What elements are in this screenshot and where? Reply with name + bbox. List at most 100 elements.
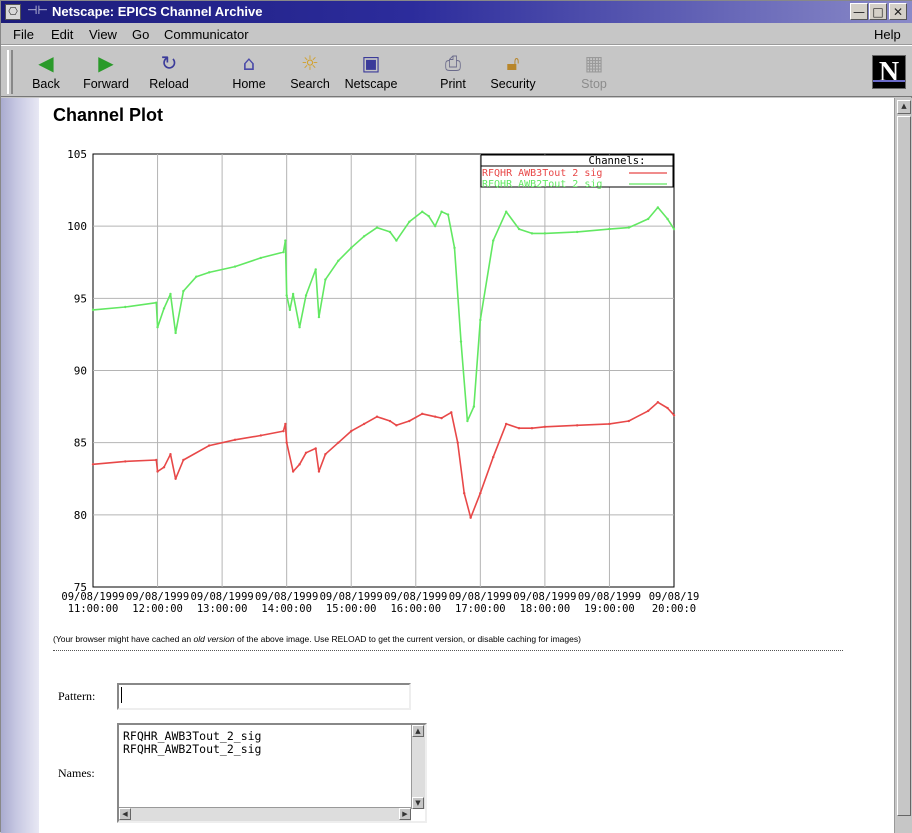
pin-icon[interactable]: ⊣⊢ bbox=[27, 3, 48, 17]
reload-button[interactable]: ↻ Reload bbox=[139, 48, 199, 94]
title-bar[interactable]: ⎔ ⊣⊢ Netscape: EPICS Channel Archive — □… bbox=[1, 1, 912, 23]
netscape-logo[interactable]: N bbox=[872, 55, 906, 89]
stop-button[interactable]: ▦ Stop bbox=[564, 48, 624, 94]
forward-arrow-icon: ▶ bbox=[98, 51, 114, 75]
back-label: Back bbox=[32, 77, 60, 91]
y-tick-label: 85 bbox=[74, 437, 87, 450]
maximize-button[interactable]: □ bbox=[869, 3, 887, 20]
forward-button[interactable]: ▶ Forward bbox=[76, 48, 136, 94]
cache-note-post: of the above image. Use RELOAD to get th… bbox=[234, 634, 581, 644]
x-tick-label: 17:00:00 bbox=[455, 603, 506, 615]
stop-icon: ▦ bbox=[584, 51, 604, 75]
menu-view[interactable]: View bbox=[89, 27, 117, 42]
page-scroll-thumb[interactable] bbox=[897, 116, 911, 816]
data-point bbox=[450, 411, 453, 414]
browser-window: ⎔ ⊣⊢ Netscape: EPICS Channel Archive — □… bbox=[0, 0, 912, 833]
data-point bbox=[284, 422, 287, 426]
data-point bbox=[530, 232, 534, 235]
data-point bbox=[530, 427, 534, 430]
pattern-input[interactable] bbox=[117, 683, 411, 710]
data-point bbox=[233, 438, 237, 441]
y-tick-label: 80 bbox=[74, 509, 87, 522]
data-point bbox=[182, 458, 185, 462]
minimize-button[interactable]: — bbox=[850, 3, 868, 20]
y-tick-label: 90 bbox=[74, 365, 87, 378]
security-button[interactable]: 🔓︎ Security bbox=[483, 48, 543, 94]
back-button[interactable]: ◀ Back bbox=[16, 48, 76, 94]
window-title: Netscape: EPICS Channel Archive bbox=[52, 4, 263, 19]
menu-communicator[interactable]: Communicator bbox=[164, 27, 249, 42]
names-label: Names: bbox=[58, 766, 95, 780]
data-point bbox=[408, 220, 411, 224]
window-menu-icon[interactable]: ⎔ bbox=[5, 4, 21, 20]
y-tick-label: 105 bbox=[67, 148, 87, 161]
close-button[interactable]: ✕ bbox=[889, 3, 907, 20]
print-button[interactable]: ⎙ Print bbox=[423, 48, 483, 94]
netscape-button[interactable]: ▣ Netscape bbox=[341, 48, 401, 94]
back-arrow-icon: ◀ bbox=[38, 51, 54, 75]
data-point bbox=[433, 224, 437, 228]
data-point bbox=[446, 213, 450, 216]
data-point bbox=[517, 427, 521, 430]
data-point bbox=[627, 419, 631, 423]
data-point bbox=[421, 412, 424, 415]
menu-edit[interactable]: Edit bbox=[51, 27, 73, 42]
x-tick-label: 09/08/19 bbox=[649, 591, 700, 603]
x-tick-label: 18:00:00 bbox=[520, 603, 571, 615]
data-point bbox=[162, 466, 166, 469]
data-point bbox=[259, 434, 263, 437]
names-listbox[interactable]: RFQHR_AWB3Tout_2_sig RFQHR_AWB2Tout_2_si… bbox=[117, 723, 427, 823]
legend-title: Channels: bbox=[589, 155, 646, 167]
data-point bbox=[156, 326, 159, 329]
menu-help[interactable]: Help bbox=[874, 27, 901, 42]
data-point bbox=[469, 516, 472, 519]
search-button[interactable]: ☼ Search bbox=[280, 48, 340, 94]
names-horizontal-scrollbar[interactable]: ◀ ▶ bbox=[119, 807, 411, 821]
data-point bbox=[285, 294, 288, 297]
list-item[interactable]: RFQHR_AWB2Tout_2_sig bbox=[123, 743, 261, 756]
x-tick-label: 19:00:00 bbox=[584, 603, 635, 615]
menu-go[interactable]: Go bbox=[132, 27, 149, 42]
data-point bbox=[155, 458, 158, 462]
x-tick-label: 13:00:00 bbox=[197, 603, 248, 615]
data-point bbox=[395, 424, 398, 427]
legend-entry: RFQHR AWB3Tout 2 sig bbox=[482, 168, 602, 179]
menu-file[interactable]: File bbox=[13, 27, 34, 42]
toolbar-grip[interactable] bbox=[7, 50, 13, 94]
home-icon: ⌂ bbox=[242, 51, 256, 75]
x-tick-label: 09/08/1999 bbox=[513, 591, 576, 603]
scroll-left-icon[interactable]: ◀ bbox=[119, 808, 131, 820]
data-point bbox=[672, 414, 676, 417]
scroll-down-icon[interactable]: ▼ bbox=[412, 797, 424, 809]
scroll-up-icon[interactable]: ▲ bbox=[412, 725, 424, 737]
data-point bbox=[504, 210, 508, 213]
data-point bbox=[314, 447, 317, 450]
data-point bbox=[282, 429, 285, 433]
scroll-right-icon[interactable]: ▶ bbox=[399, 808, 411, 820]
page-scroll-up-icon[interactable]: ▲ bbox=[897, 100, 911, 114]
page-vertical-scrollbar[interactable]: ▲ bbox=[894, 98, 912, 833]
x-tick-label: 09/08/1999 bbox=[255, 591, 318, 603]
x-tick-label: 20:00:0 bbox=[652, 603, 696, 615]
data-point bbox=[124, 460, 127, 463]
data-point bbox=[646, 217, 650, 221]
x-tick-label: 09/08/1999 bbox=[126, 591, 189, 603]
legend-entry: RFQHR AWB2Tout 2 sig bbox=[482, 179, 602, 190]
x-tick-label: 15:00:00 bbox=[326, 603, 377, 615]
data-point bbox=[575, 424, 579, 427]
x-tick-label: 09/08/1999 bbox=[449, 591, 512, 603]
data-point bbox=[575, 230, 579, 234]
data-point bbox=[208, 271, 211, 274]
names-vertical-scrollbar[interactable]: ▲ ▼ bbox=[411, 725, 425, 809]
data-point bbox=[427, 214, 430, 218]
data-point bbox=[337, 441, 340, 444]
data-point bbox=[298, 463, 301, 466]
data-point bbox=[208, 444, 211, 447]
printer-icon: ⎙ bbox=[445, 51, 461, 75]
home-button[interactable]: ⌂ Home bbox=[219, 48, 279, 94]
data-point bbox=[174, 331, 177, 335]
names-list: RFQHR_AWB3Tout_2_sig RFQHR_AWB2Tout_2_si… bbox=[123, 730, 261, 756]
data-point bbox=[421, 210, 424, 213]
reload-icon: ↻ bbox=[160, 51, 178, 75]
search-label: Search bbox=[290, 77, 330, 91]
